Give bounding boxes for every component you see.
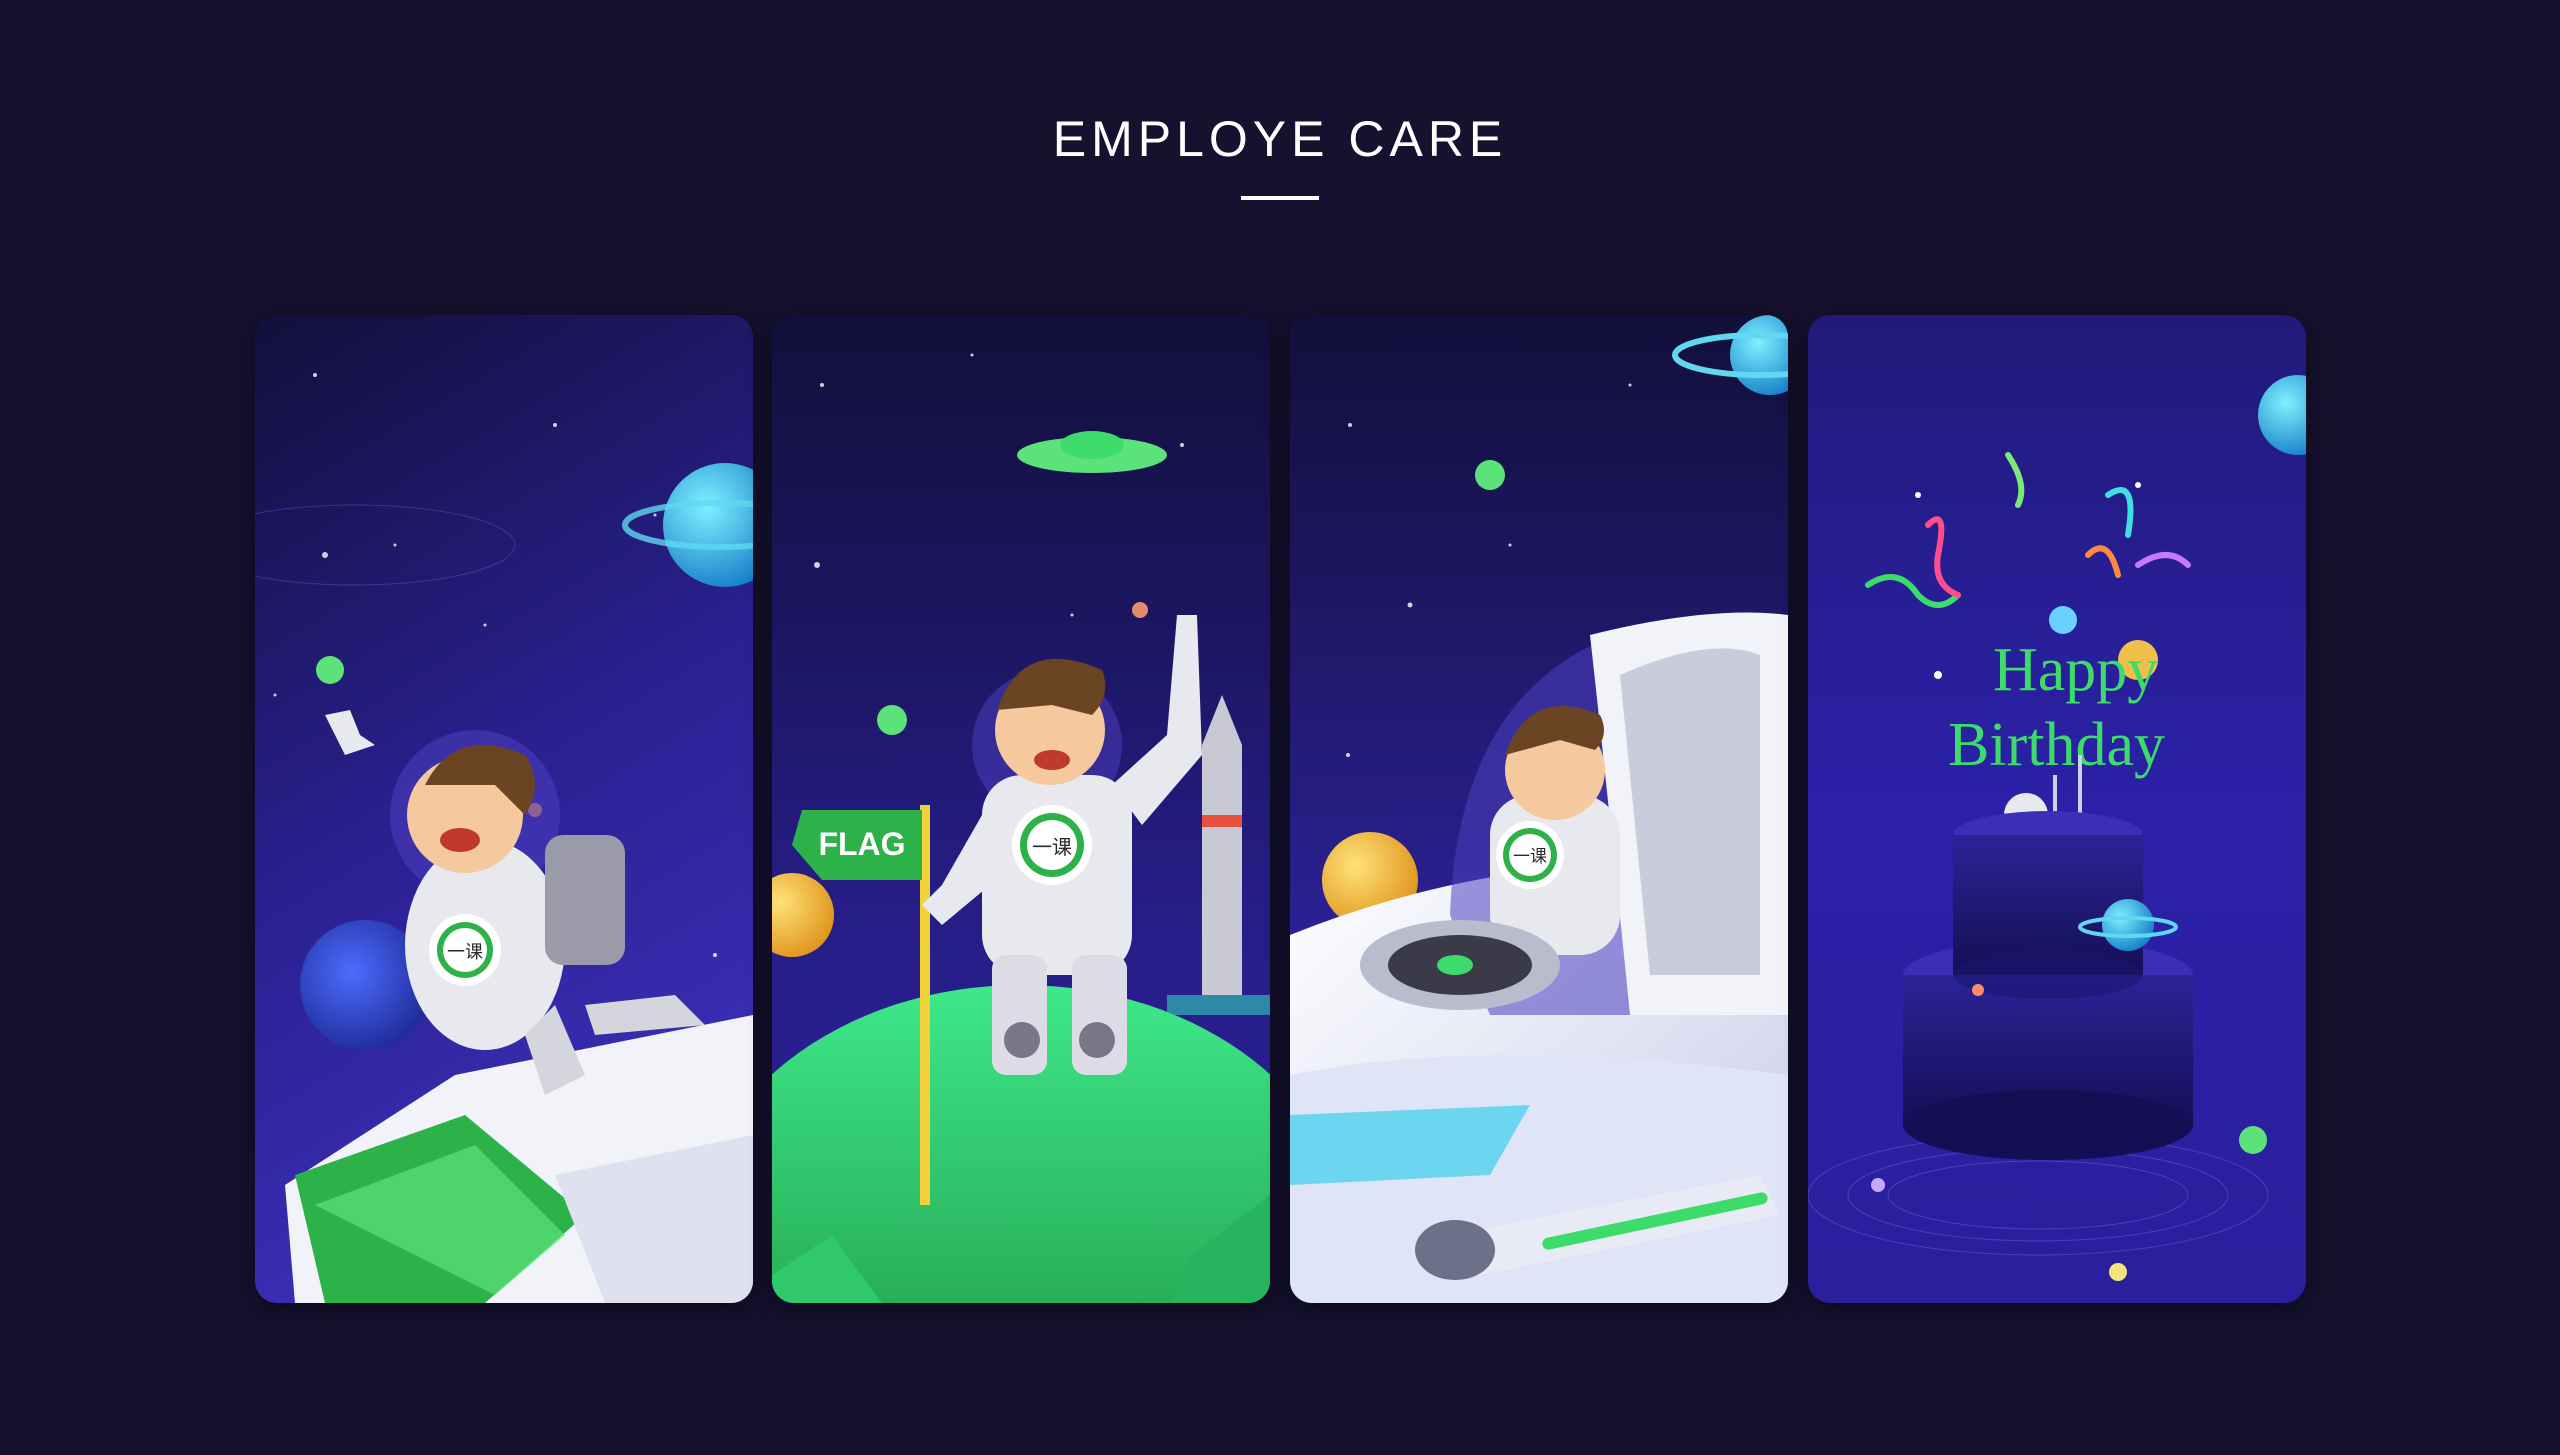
greeting-line-1: Happy bbox=[1993, 636, 2158, 704]
card-astronaut-spaceship[interactable]: 一课 bbox=[1290, 315, 1788, 1303]
header: EMPLOYE CARE bbox=[0, 0, 2560, 220]
flag-label: FLAG bbox=[818, 826, 905, 862]
page-title: EMPLOYE CARE bbox=[1052, 111, 1508, 167]
card-astronaut-flag[interactable]: FLAG 一课 bbox=[772, 315, 1270, 1303]
card-happy-birthday[interactable]: Happy Birthday bbox=[1808, 315, 2306, 1303]
title-underline bbox=[1241, 196, 1319, 200]
badge-label: 一课 bbox=[1513, 847, 1547, 866]
illustration-astronaut-spaceship: 一课 bbox=[1290, 315, 1788, 1303]
greeting-line-2: Birthday bbox=[1948, 711, 2165, 779]
illustration-birthday-cake: Happy Birthday bbox=[1808, 315, 2306, 1303]
card-astronaut-book[interactable]: 一课 bbox=[255, 315, 753, 1303]
badge-label: 一课 bbox=[1032, 836, 1072, 859]
illustration-astronaut-flag: FLAG 一课 bbox=[772, 315, 1270, 1303]
illustration-astronaut-book: 一课 bbox=[255, 315, 753, 1303]
badge-label: 一课 bbox=[447, 942, 483, 962]
